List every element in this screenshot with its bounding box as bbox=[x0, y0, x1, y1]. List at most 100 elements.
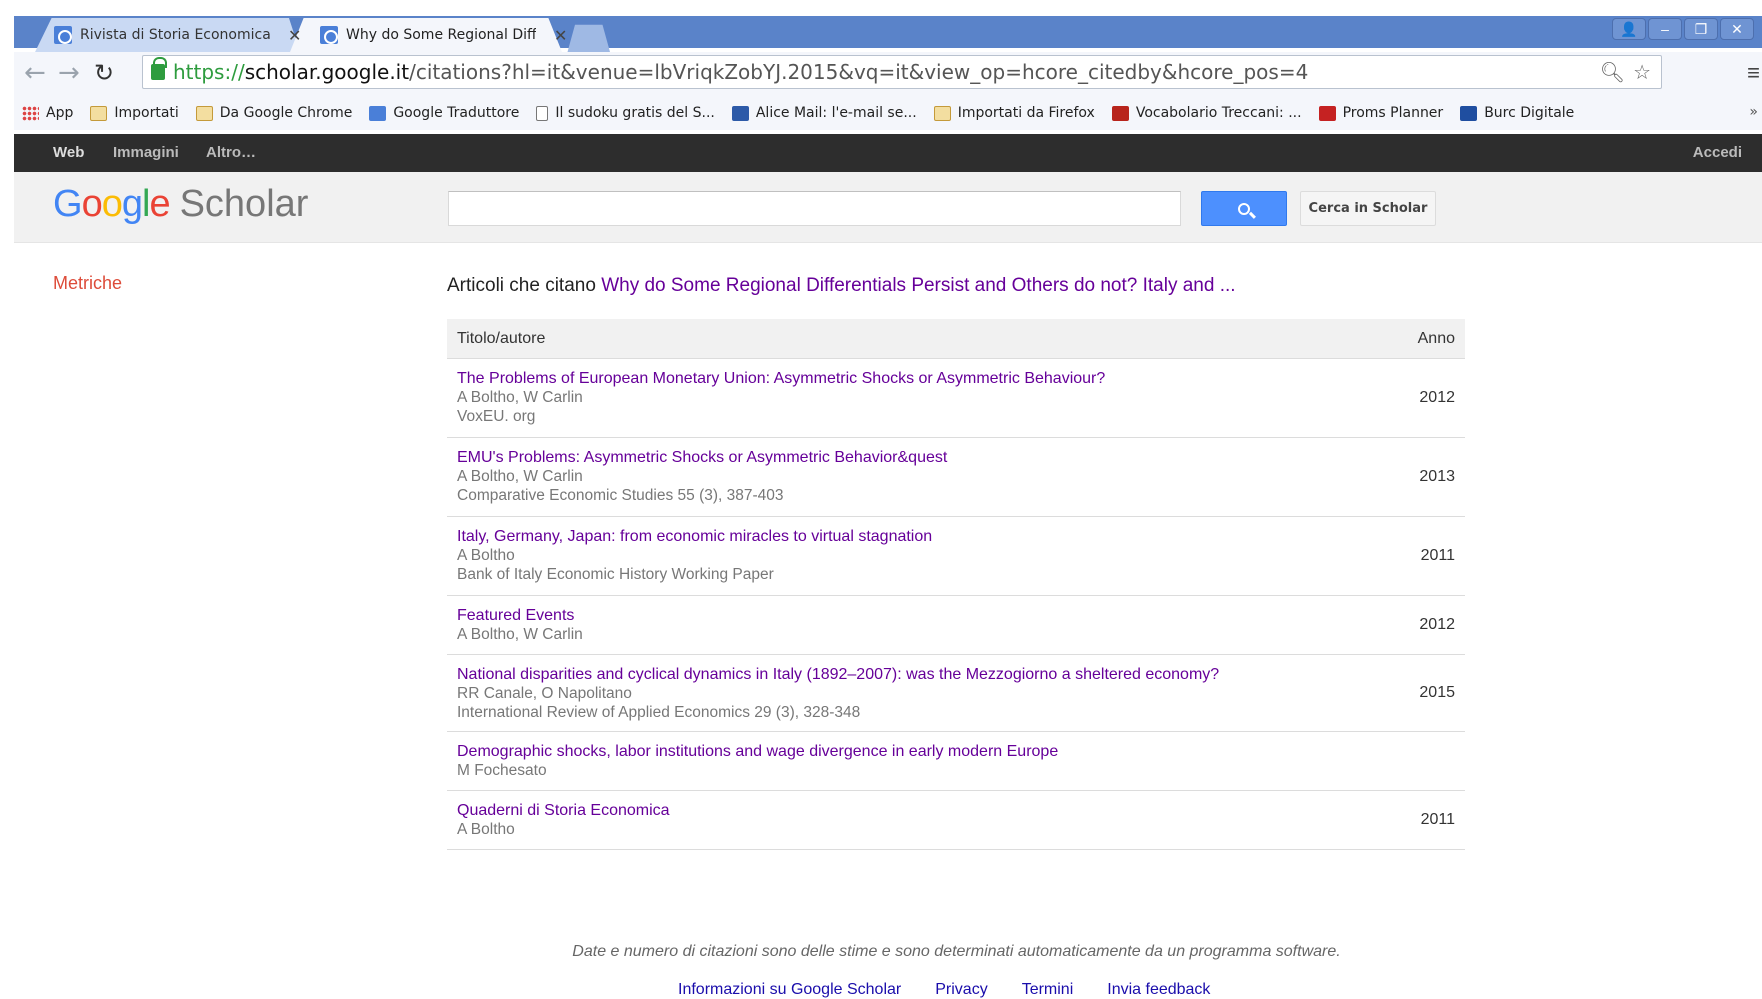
article-authors: A Boltho, W Carlin bbox=[457, 389, 583, 406]
article-year: 2011 bbox=[1420, 547, 1455, 564]
article-title-link[interactable]: National disparities and cyclical dynami… bbox=[457, 665, 1365, 684]
article-authors: M Fochesato bbox=[457, 762, 547, 779]
treccani-icon bbox=[1111, 105, 1129, 121]
gbar-web-link[interactable]: Web bbox=[53, 144, 84, 161]
feedback-link[interactable]: Invia feedback bbox=[1107, 981, 1210, 999]
new-tab-button[interactable] bbox=[560, 18, 610, 52]
folder-icon bbox=[933, 105, 951, 121]
about-scholar-link[interactable]: Informazioni su Google Scholar bbox=[678, 981, 901, 999]
gbar-more-link[interactable]: Altro… bbox=[206, 144, 256, 161]
article-title-link[interactable]: Featured Events bbox=[457, 606, 1365, 625]
article-authors: A Boltho, W Carlin bbox=[457, 468, 583, 485]
reload-icon[interactable]: ↻ bbox=[94, 59, 114, 87]
bookmark-label: Importati bbox=[114, 105, 179, 121]
user-icon[interactable]: 👤 bbox=[1612, 18, 1646, 40]
bookmarks-bar: App Importati Da Google Chrome Google Tr… bbox=[14, 96, 1762, 130]
bookmark-proms-planner[interactable]: Proms Planner bbox=[1318, 105, 1443, 121]
table-row: Quaderni di Storia Economica A Boltho 20… bbox=[447, 791, 1465, 850]
bookmark-label: Da Google Chrome bbox=[219, 105, 353, 121]
article-venue: Comparative Economic Studies 55 (3), 387… bbox=[457, 487, 784, 504]
bookmark-alice-mail[interactable]: Alice Mail: l'e-mail se... bbox=[731, 105, 917, 121]
logo-scholar-text: Scholar bbox=[179, 183, 309, 225]
back-arrow-icon[interactable]: ← bbox=[24, 58, 46, 88]
heading-prefix: Articoli che citano bbox=[447, 275, 596, 296]
bookmark-label: Burc Digitale bbox=[1484, 105, 1575, 121]
burc-icon bbox=[1460, 105, 1478, 121]
minimize-icon[interactable]: – bbox=[1648, 18, 1682, 40]
page-title: Articoli che citano Why do Some Regional… bbox=[447, 275, 1236, 297]
mail-icon bbox=[731, 105, 749, 121]
search-in-scholar-button[interactable]: Cerca in Scholar bbox=[1300, 191, 1436, 226]
table-row: National disparities and cyclical dynami… bbox=[447, 655, 1465, 732]
close-window-icon[interactable]: ✕ bbox=[1720, 18, 1754, 40]
article-authors: A Boltho, W Carlin bbox=[457, 626, 583, 643]
article-year: 2015 bbox=[1419, 684, 1455, 701]
article-title-link[interactable]: Demographic shocks, labor institutions a… bbox=[457, 742, 1365, 761]
column-year[interactable]: Anno bbox=[1418, 330, 1455, 348]
google-bar: Web Immagini Altro… Accedi bbox=[14, 134, 1762, 172]
bookmark-treccani[interactable]: Vocabolario Treccani: ... bbox=[1111, 105, 1302, 121]
search-input[interactable] bbox=[448, 191, 1181, 226]
tab-why-do-some[interactable]: Why do Some Regional Diffe ✕ bbox=[290, 18, 567, 52]
translate-icon bbox=[369, 105, 387, 121]
table-row: Featured Events A Boltho, W Carlin 2012 bbox=[447, 596, 1465, 655]
article-title-link[interactable]: The Problems of European Monetary Union:… bbox=[457, 369, 1365, 388]
cited-article-link[interactable]: Why do Some Regional Differentials Persi… bbox=[601, 275, 1235, 296]
star-icon[interactable]: ☆ bbox=[1633, 60, 1651, 84]
bookmark-importati[interactable]: Importati bbox=[90, 105, 179, 121]
window-controls: 👤 – ❐ ✕ bbox=[1612, 18, 1754, 40]
bookmark-app[interactable]: App bbox=[22, 105, 73, 121]
search-icon bbox=[1238, 202, 1250, 215]
google-scholar-logo[interactable]: Google Scholar bbox=[53, 183, 308, 226]
bookmark-google-traduttore[interactable]: Google Traduttore bbox=[369, 105, 519, 121]
bookmark-label: Google Traduttore bbox=[393, 105, 520, 121]
restore-icon[interactable]: ❐ bbox=[1684, 18, 1718, 40]
article-year: 2011 bbox=[1420, 811, 1455, 828]
table-row: EMU's Problems: Asymmetric Shocks or Asy… bbox=[447, 438, 1465, 517]
url-host: scholar.google.it bbox=[244, 60, 410, 84]
signin-link[interactable]: Accedi bbox=[1693, 144, 1742, 161]
scholar-header: Google Scholar Cerca in Scholar bbox=[14, 172, 1762, 243]
bookmark-label: Importati da Firefox bbox=[957, 105, 1095, 121]
article-title-link[interactable]: Italy, Germany, Japan: from economic mir… bbox=[457, 527, 1365, 546]
browser-chrome: Rivista di Storia Economica - ✕ Why do S… bbox=[0, 0, 1762, 134]
metrics-link[interactable]: Metriche bbox=[53, 273, 122, 294]
close-icon[interactable]: ✕ bbox=[554, 26, 567, 45]
folder-icon bbox=[195, 105, 213, 121]
address-bar[interactable]: https:// scholar.google.it /citations?hl… bbox=[142, 55, 1662, 89]
bookmark-burc-digitale[interactable]: Burc Digitale bbox=[1460, 105, 1574, 121]
footer-disclaimer: Date e numero di citazioni sono delle st… bbox=[572, 943, 1341, 960]
scholar-favicon-icon bbox=[320, 26, 338, 44]
bookmark-da-google-chrome[interactable]: Da Google Chrome bbox=[195, 105, 353, 121]
table-row: Demographic shocks, labor institutions a… bbox=[447, 732, 1465, 791]
menu-icon[interactable]: ≡ bbox=[1747, 60, 1760, 86]
article-year: 2012 bbox=[1419, 389, 1455, 406]
column-title-author[interactable]: Titolo/autore bbox=[457, 330, 545, 348]
article-year: 2012 bbox=[1419, 616, 1455, 633]
close-icon[interactable]: ✕ bbox=[288, 26, 301, 45]
bookmark-label: Il sudoku gratis del S... bbox=[555, 105, 715, 121]
privacy-link[interactable]: Privacy bbox=[935, 981, 987, 999]
table-header: Titolo/autore Anno bbox=[447, 319, 1465, 359]
bookmark-label: App bbox=[46, 105, 74, 121]
gbar-images-link[interactable]: Immagini bbox=[113, 144, 179, 161]
zoom-icon[interactable]: 🔍︎ bbox=[1600, 60, 1625, 84]
terms-link[interactable]: Termini bbox=[1022, 981, 1074, 999]
scholar-favicon-icon bbox=[54, 26, 72, 44]
search-button[interactable] bbox=[1201, 191, 1287, 226]
article-title-link[interactable]: EMU's Problems: Asymmetric Shocks or Asy… bbox=[457, 448, 1365, 467]
footer-links: Informazioni su Google Scholar Privacy T… bbox=[678, 981, 1210, 999]
bookmark-importati-firefox[interactable]: Importati da Firefox bbox=[933, 105, 1095, 121]
tab-title: Why do Some Regional Diffe bbox=[346, 27, 536, 43]
bookmark-sudoku[interactable]: Il sudoku gratis del S... bbox=[536, 105, 715, 121]
table-row: Italy, Germany, Japan: from economic mir… bbox=[447, 517, 1465, 596]
table-row: The Problems of European Monetary Union:… bbox=[447, 359, 1465, 438]
article-authors: RR Canale, O Napolitano bbox=[457, 685, 632, 702]
more-bookmarks-icon[interactable]: » bbox=[1749, 104, 1758, 120]
lock-icon bbox=[151, 57, 167, 80]
forward-arrow-icon[interactable]: → bbox=[58, 58, 80, 88]
tab-rivista[interactable]: Rivista di Storia Economica - ✕ bbox=[24, 18, 301, 52]
citations-table: Titolo/autore Anno The Problems of Europ… bbox=[447, 319, 1465, 850]
article-title-link[interactable]: Quaderni di Storia Economica bbox=[457, 801, 1365, 820]
folder-icon bbox=[90, 105, 108, 121]
